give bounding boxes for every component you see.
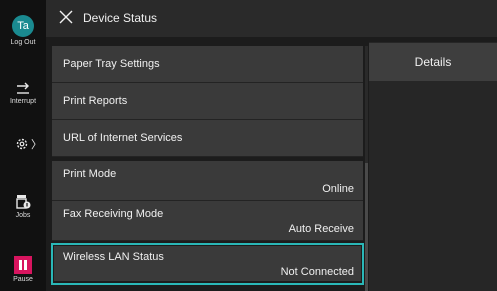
status-list: Paper Tray Settings Print Reports URL of… xyxy=(51,46,364,285)
scrollbar-thumb[interactable] xyxy=(365,163,368,291)
list-item-label: Fax Receiving Mode xyxy=(63,208,164,220)
pause-label: Pause xyxy=(13,276,33,283)
list-item-url-internet-services[interactable]: URL of Internet Services xyxy=(52,120,363,157)
list-item-print-mode[interactable]: Print Mode Online xyxy=(52,161,363,201)
left-rail: Ta Log Out Interrupt 〉 Jobs Pause xyxy=(0,0,46,291)
interrupt-icon xyxy=(17,82,29,94)
page-title: Device Status xyxy=(83,11,158,25)
list-item-label: Print Reports xyxy=(63,95,128,107)
list-item-label: Print Mode xyxy=(63,168,117,180)
list-item-paper-tray-settings[interactable]: Paper Tray Settings xyxy=(52,46,363,83)
interrupt-label: Interrupt xyxy=(9,98,37,105)
list-item-fax-receiving-mode[interactable]: Fax Receiving Mode Auto Receive xyxy=(52,201,363,241)
header-bar: Device Status xyxy=(46,0,497,37)
pause-button[interactable]: Pause xyxy=(0,256,46,283)
list-item-value: Auto Receive xyxy=(288,223,354,235)
jobs-button[interactable]: Jobs xyxy=(0,194,46,219)
list-item-value: Not Connected xyxy=(280,266,354,278)
pause-icon xyxy=(14,256,32,274)
details-button[interactable]: Details xyxy=(369,43,497,81)
list-item-wireless-lan-status[interactable]: Wireless LAN Status Not Connected xyxy=(51,243,364,285)
jobs-icon xyxy=(16,195,31,209)
avatar: Ta xyxy=(12,15,34,37)
jobs-label: Jobs xyxy=(15,212,31,219)
list-item-print-reports[interactable]: Print Reports xyxy=(52,83,363,120)
chevron-right-icon: 〉 xyxy=(31,139,42,151)
close-icon[interactable] xyxy=(58,9,74,25)
logout-label: Log Out xyxy=(10,39,36,46)
logout-button[interactable]: Ta Log Out xyxy=(0,15,46,46)
list-item-label: Wireless LAN Status xyxy=(63,251,164,263)
list-item-label: URL of Internet Services xyxy=(63,132,183,144)
interrupt-button[interactable]: Interrupt xyxy=(0,82,46,105)
list-item-value: Online xyxy=(322,183,354,195)
list-item-label: Paper Tray Settings xyxy=(63,58,160,70)
gear-icon xyxy=(16,138,28,150)
